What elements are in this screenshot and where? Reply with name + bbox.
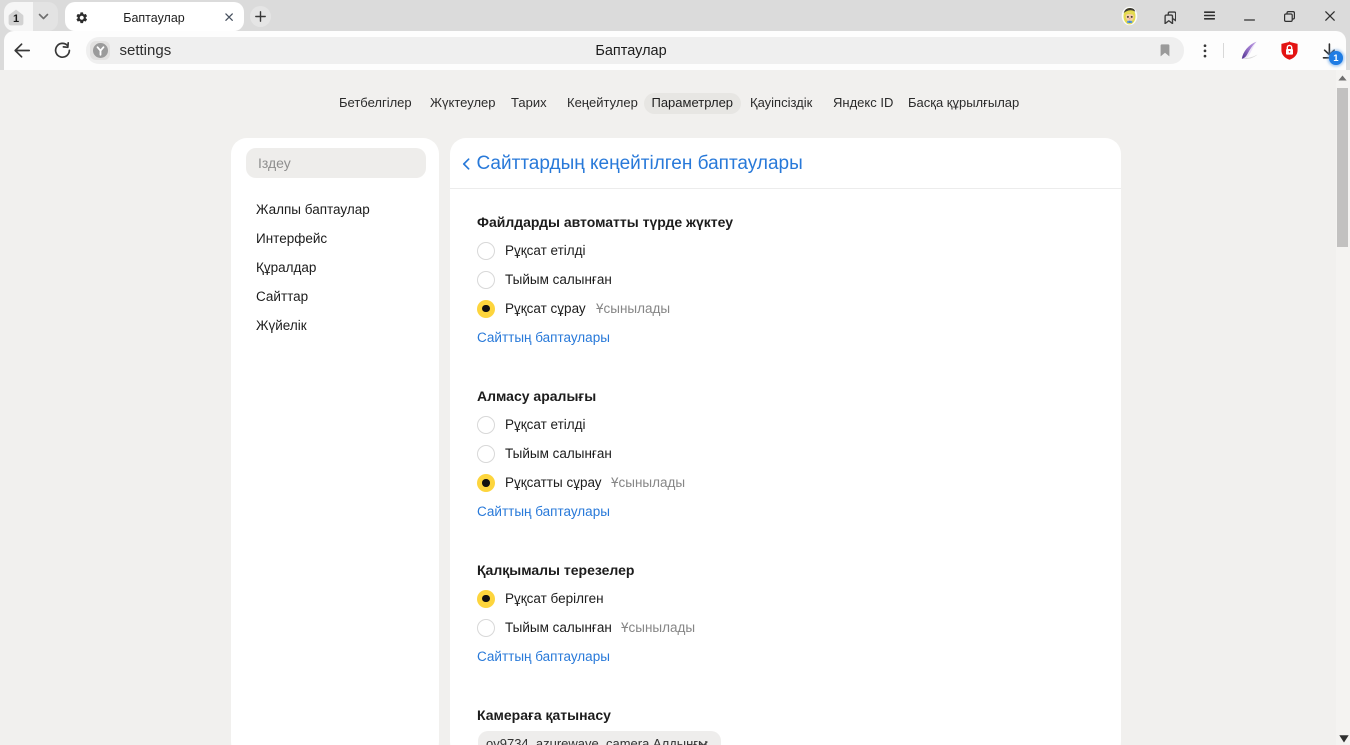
svg-text:1: 1 — [13, 12, 19, 24]
